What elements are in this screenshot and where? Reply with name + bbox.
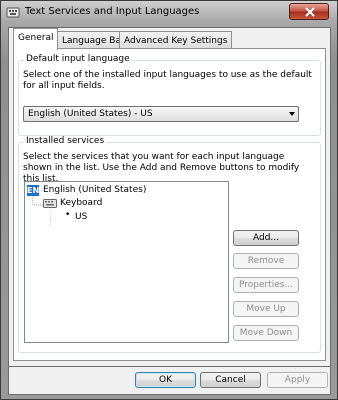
tree-item-language[interactable]: EN English (United States) [25, 182, 225, 198]
tree-keyboard-label: Keyboard [60, 198, 103, 208]
default-input-description: Select one of the installed input langua… [23, 70, 312, 91]
tab-advanced-key-settings-label: Advanced Key Settings [124, 36, 228, 46]
bullet-icon: • [65, 210, 71, 220]
default-language-value: English (United States) - US [28, 109, 153, 119]
default-language-dropdown[interactable]: English (United States) - US [23, 106, 299, 122]
tab-general[interactable]: General [13, 28, 59, 50]
remove-button[interactable]: Remove [233, 253, 299, 269]
chevron-down-icon [289, 112, 295, 116]
general-tab-panel: Default input language Select one of the… [13, 48, 326, 361]
cancel-button[interactable]: Cancel [200, 372, 261, 388]
tree-item-layout[interactable]: • US [65, 210, 125, 224]
language-badge-icon: EN [27, 185, 40, 196]
dialog-window: Text Services and Input Languages Genera… [0, 0, 338, 400]
services-tree[interactable]: EN English (United States) Keyboard • US [24, 181, 229, 343]
tree-language-label: English (United States) [43, 185, 147, 195]
add-button[interactable]: Add... [233, 230, 299, 246]
properties-button[interactable]: Properties... [233, 277, 299, 293]
tab-advanced-key-settings[interactable]: Advanced Key Settings [119, 31, 233, 49]
default-input-language-label: Default input language [24, 54, 132, 64]
installed-services-group: Installed services Select the services t… [18, 136, 321, 353]
tree-item-keyboard[interactable]: Keyboard [43, 197, 163, 211]
close-x-icon [305, 7, 315, 17]
move-up-button[interactable]: Move Up [233, 301, 299, 317]
ok-button[interactable]: OK [135, 372, 196, 388]
window-title: Text Services and Input Languages [25, 6, 200, 17]
dialog-client-area: General Language Bar Advanced Key Settin… [8, 27, 331, 367]
tab-general-label: General [18, 33, 54, 43]
title-bar[interactable]: Text Services and Input Languages [1, 1, 337, 23]
installed-services-label: Installed services [24, 136, 107, 146]
default-input-language-group: Default input language Select one of the… [18, 54, 321, 136]
dialog-footer: OK Cancel Apply [8, 367, 331, 395]
close-button[interactable] [289, 3, 329, 20]
tab-language-bar-label: Language Bar [62, 36, 125, 46]
apply-button[interactable]: Apply [267, 372, 328, 388]
keyboard-app-icon [6, 7, 20, 18]
tree-layout-label: US [75, 212, 88, 222]
keyboard-icon [43, 199, 57, 208]
move-down-button[interactable]: Move Down [233, 325, 299, 341]
